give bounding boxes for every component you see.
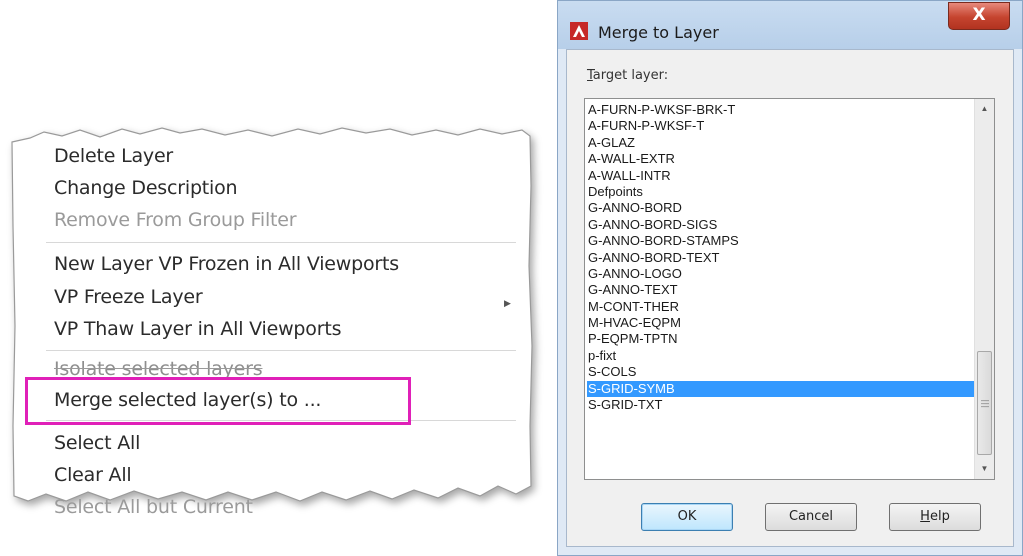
layer-list-item[interactable]: S-GRID-TXT xyxy=(587,397,977,413)
menu-item-select-all-but-current: Select All but Current xyxy=(54,496,253,518)
menu-item-change-description[interactable]: Change Description xyxy=(54,177,238,199)
menu-separator xyxy=(46,350,516,351)
layer-list-item[interactable]: G-ANNO-BORD-TEXT xyxy=(587,250,977,266)
menu-item-select-all[interactable]: Select All xyxy=(54,432,140,454)
menu-item-clear-all[interactable]: Clear All xyxy=(54,464,132,486)
layer-list-item[interactable]: G-ANNO-BORD xyxy=(587,200,977,216)
layer-list-item[interactable]: p-fixt xyxy=(587,348,977,364)
layer-list-item[interactable]: G-ANNO-BORD-STAMPS xyxy=(587,233,977,249)
menu-item-delete-layer[interactable]: Delete Layer xyxy=(54,145,173,167)
scroll-down-arrow-icon[interactable]: ▼ xyxy=(975,459,994,479)
dialog-title: Merge to Layer xyxy=(598,23,719,42)
menu-item-new-layer-vp-frozen[interactable]: New Layer VP Frozen in All Viewports xyxy=(54,253,399,275)
layer-list-item[interactable]: S-COLS xyxy=(587,364,977,380)
listbox-scrollbar[interactable]: ▲ — — — ▼ xyxy=(974,99,994,479)
layer-list-item[interactable]: S-GRID-SYMB xyxy=(587,380,977,398)
submenu-arrow-icon: ▶ xyxy=(504,298,511,308)
layer-list-item[interactable]: G-ANNO-TEXT xyxy=(587,282,977,298)
layer-list-item[interactable]: A-WALL-INTR xyxy=(587,168,977,184)
menu-item-vp-freeze-layer[interactable]: VP Freeze Layer xyxy=(54,286,203,308)
layer-list-item[interactable]: M-HVAC-EQPM xyxy=(587,315,977,331)
help-button-label: elp xyxy=(929,509,950,524)
menu-item-vp-thaw-layer[interactable]: VP Thaw Layer in All Viewports xyxy=(54,318,341,340)
menu-separator xyxy=(46,242,516,243)
help-accelerator: H xyxy=(920,509,930,524)
layer-list-item[interactable]: A-FURN-P-WKSF-T xyxy=(587,118,977,134)
layer-list-item[interactable]: G-ANNO-LOGO xyxy=(587,266,977,282)
ok-button[interactable]: OK xyxy=(641,503,733,531)
scrollbar-thumb[interactable]: — — — xyxy=(977,351,992,455)
layer-list-item[interactable]: G-ANNO-BORD-SIGS xyxy=(587,217,977,233)
layer-list-item[interactable]: A-GLAZ xyxy=(587,135,977,151)
menu-item-remove-from-group-filter: Remove From Group Filter xyxy=(54,209,297,231)
target-layer-listbox[interactable]: A-FURN-P-WKSF-BRK-T A-FURN-P-WKSF-T A-GLAZ… xyxy=(584,98,995,480)
layer-list-item[interactable]: A-FURN-P-WKSF-BRK-T xyxy=(587,102,977,118)
target-layer-label-text: arget layer: xyxy=(592,68,669,83)
layer-list-item[interactable]: Defpoints xyxy=(587,184,977,200)
scroll-grip-icon: — — — xyxy=(981,396,989,411)
target-layer-label: Target layer: xyxy=(587,68,668,83)
highlight-annotation-box xyxy=(25,377,411,425)
help-button[interactable]: Help xyxy=(889,503,981,531)
close-button[interactable]: X xyxy=(948,2,1010,30)
layer-list-item[interactable]: M-CONT-THER xyxy=(587,299,977,315)
cancel-button[interactable]: Cancel xyxy=(765,503,857,531)
dialog-titlebar[interactable]: Merge to Layer X xyxy=(558,1,1022,49)
layer-list-item[interactable]: P-EQPM-TPTN xyxy=(587,331,977,347)
scroll-up-arrow-icon[interactable]: ▲ xyxy=(975,99,994,119)
layer-list: A-FURN-P-WKSF-BRK-T A-FURN-P-WKSF-T A-GLAZ… xyxy=(587,102,977,413)
autocad-app-icon xyxy=(570,22,588,40)
layer-list-item[interactable]: A-WALL-EXTR xyxy=(587,151,977,167)
